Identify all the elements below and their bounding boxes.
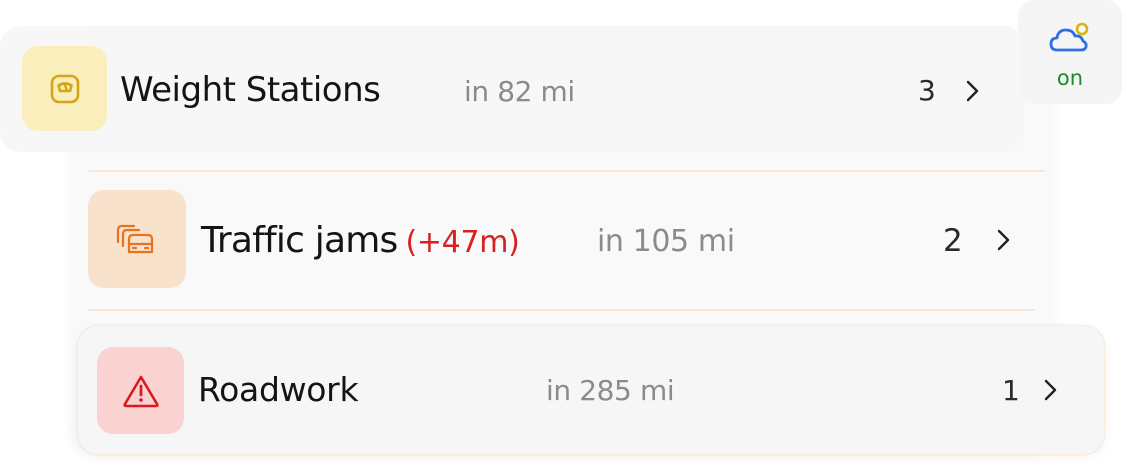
row-title-text: Traffic jams bbox=[201, 220, 398, 261]
row-divider bbox=[88, 309, 1035, 311]
row-title: Weight Stations bbox=[120, 70, 381, 110]
roadwork-row[interactable]: Roadwork in 285 mi 1 bbox=[78, 326, 1104, 454]
row-count: 3 bbox=[918, 74, 936, 107]
traffic-jams-row[interactable]: Traffic jams (+47m) in 105 mi 2 bbox=[88, 172, 1046, 308]
chevron-right-icon[interactable] bbox=[993, 227, 1013, 253]
row-title: Traffic jams (+47m) bbox=[201, 220, 520, 261]
cloud-sun-icon bbox=[1049, 22, 1089, 52]
weight-stations-row[interactable]: Weight Stations in 82 mi 3 bbox=[0, 26, 1024, 152]
weather-state-label: on bbox=[1056, 66, 1084, 90]
weight-stations-icon-tile bbox=[22, 46, 107, 131]
weather-toggle[interactable]: on bbox=[1018, 0, 1122, 104]
row-count: 2 bbox=[943, 223, 963, 259]
row-count: 1 bbox=[1002, 374, 1020, 407]
roadwork-icon-tile bbox=[97, 347, 184, 434]
row-distance: in 105 mi bbox=[597, 224, 735, 259]
row-distance: in 82 mi bbox=[464, 75, 575, 108]
row-distance: in 285 mi bbox=[546, 374, 675, 407]
traffic-jams-icon-tile bbox=[88, 190, 186, 288]
delay-badge: (+47m) bbox=[405, 225, 520, 260]
scale-icon bbox=[50, 74, 79, 103]
chevron-right-icon[interactable] bbox=[1040, 377, 1060, 403]
row-title: Roadwork bbox=[198, 370, 359, 409]
traffic-jam-icon bbox=[116, 224, 154, 254]
chevron-right-icon[interactable] bbox=[962, 78, 982, 104]
alerts-canvas: Weight Stations in 82 mi 3 Traffic jams … bbox=[0, 0, 1122, 465]
warning-icon bbox=[122, 375, 159, 407]
